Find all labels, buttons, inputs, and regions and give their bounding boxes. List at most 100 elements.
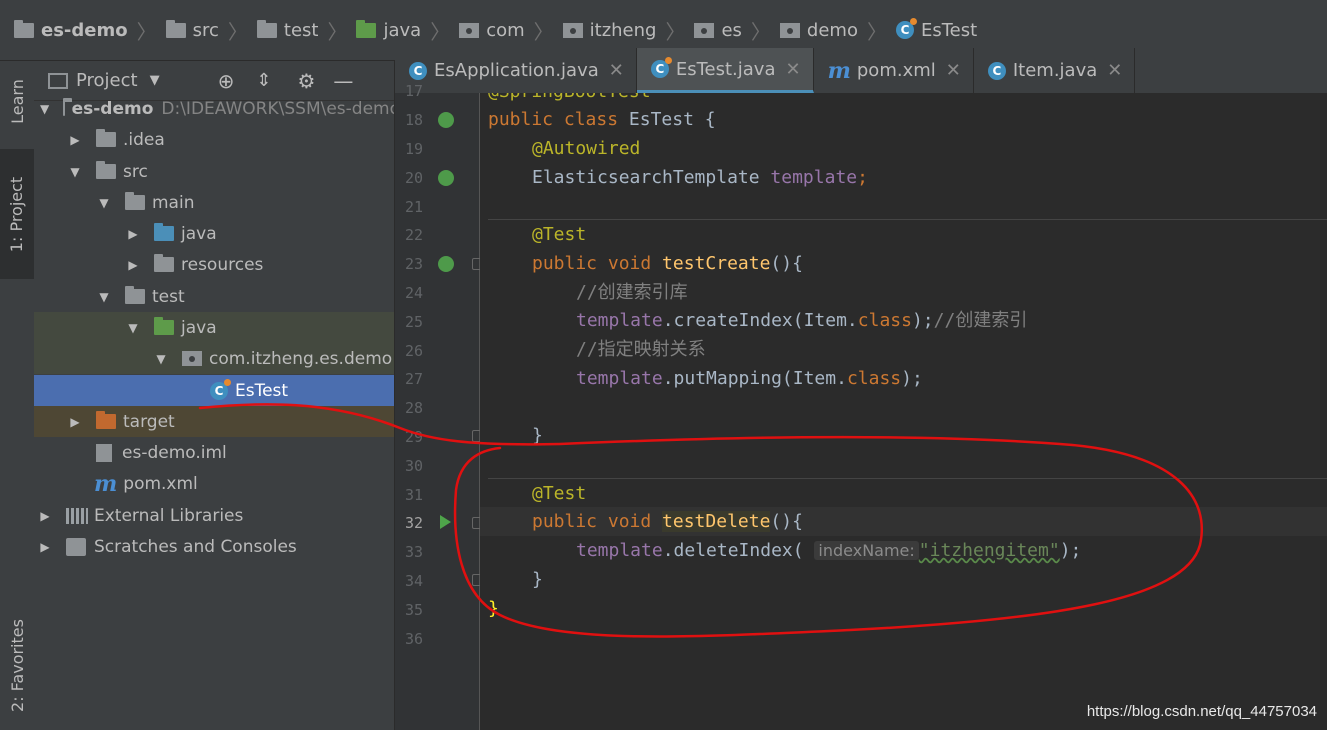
chevron-right-icon[interactable]: ▶: [38, 540, 52, 554]
tab-learn[interactable]: Learn: [0, 61, 34, 141]
breadcrumb-separator: 〉: [327, 19, 348, 44]
tab-estest[interactable]: C EsTest.java ✕: [636, 48, 814, 93]
test-source-folder-icon: [154, 317, 174, 335]
class-icon: C: [210, 378, 231, 400]
tab-project[interactable]: 1: Project: [0, 149, 34, 279]
watermark: https://blog.csdn.net/qq_44757034: [1086, 703, 1317, 720]
tab-esapplication[interactable]: C EsApplication.java ✕: [395, 48, 637, 93]
chevron-right-icon[interactable]: ▶: [68, 133, 82, 147]
tree-item-test-java[interactable]: ▼ java: [34, 312, 394, 343]
breadcrumb-java[interactable]: java: [356, 19, 421, 41]
breadcrumb-separator: 〉: [136, 19, 157, 44]
class-icon: C: [895, 18, 917, 39]
tree-item-package[interactable]: ▼ com.itzheng.es.demo: [34, 343, 394, 374]
tree-item-scratches[interactable]: ▶ Scratches and Consoles: [34, 531, 394, 562]
line-number: 35: [404, 601, 423, 619]
folder-icon: [96, 161, 116, 179]
chevron-right-icon[interactable]: ▶: [126, 258, 140, 272]
locate-icon[interactable]: ⊕: [218, 69, 235, 93]
tree-item-es-demo[interactable]: ▼ es-demo D:\IDEAWORK\SSM\es-demo: [34, 93, 394, 124]
package-icon: [182, 351, 202, 366]
run-test-icon[interactable]: [438, 256, 454, 272]
chevron-down-icon[interactable]: ▼: [97, 196, 111, 210]
parameter-hint: indexName:: [814, 541, 919, 560]
module-folder-icon: [63, 98, 76, 116]
class-icon: C: [409, 61, 427, 80]
tab-item[interactable]: C Item.java ✕: [974, 48, 1136, 93]
tree-item-main-java[interactable]: ▶ java: [34, 218, 394, 249]
tab-favorites[interactable]: 2: Favorites: [0, 601, 34, 730]
line-number: 17: [404, 82, 423, 100]
maven-icon: m: [827, 57, 851, 84]
chevron-right-icon[interactable]: ▶: [38, 509, 52, 523]
run-class-icon[interactable]: [438, 112, 454, 128]
code-line-35: }: [488, 598, 499, 619]
tree-item-estest[interactable]: C EsTest: [34, 375, 394, 406]
breadcrumb-estest[interactable]: C EsTest: [895, 18, 977, 41]
line-number: 21: [404, 198, 423, 216]
tree-item-src[interactable]: ▼ src: [34, 156, 394, 187]
breadcrumb-com[interactable]: com: [459, 20, 525, 41]
close-icon[interactable]: ✕: [609, 60, 624, 81]
folder-icon: [256, 19, 277, 38]
tree-item-pom[interactable]: m pom.xml: [34, 468, 394, 499]
breadcrumb-separator: 〉: [665, 19, 686, 44]
close-icon[interactable]: ✕: [946, 60, 961, 81]
package-icon: [459, 22, 480, 38]
chevron-down-icon[interactable]: ▼: [126, 321, 140, 335]
line-number: 30: [404, 457, 423, 475]
excluded-folder-icon: [96, 411, 116, 429]
line-number: 25: [404, 313, 423, 331]
tree-item-external-libraries[interactable]: ▶ External Libraries: [34, 500, 394, 531]
package-icon: [562, 22, 583, 38]
line-number: 34: [404, 572, 423, 590]
tree-item-test[interactable]: ▼ test: [34, 281, 394, 312]
chevron-right-icon[interactable]: ▶: [126, 227, 140, 241]
breadcrumb-test[interactable]: test: [256, 19, 318, 41]
editor-tab-bar: C EsApplication.java ✕ C EsTest.java ✕ m pom.…: [395, 48, 1327, 94]
source-folder-icon: [154, 223, 174, 241]
tree-item-main[interactable]: ▼ main: [34, 187, 394, 218]
tree-item-resources[interactable]: ▶ resources: [34, 249, 394, 280]
chevron-down-icon[interactable]: ▼: [154, 352, 168, 366]
line-number: 22: [404, 226, 423, 244]
line-number: 26: [404, 342, 423, 360]
project-view-selector[interactable]: Project: [76, 70, 138, 91]
code-line-23: public void testCreate(){: [532, 253, 803, 274]
tree-item-idea[interactable]: ▶ .idea: [34, 124, 394, 155]
breadcrumb-src[interactable]: src: [165, 19, 219, 41]
minimize-icon[interactable]: —: [333, 69, 353, 93]
tree-item-target[interactable]: ▶ target: [34, 406, 394, 437]
close-icon[interactable]: ✕: [786, 59, 801, 80]
breadcrumb-demo[interactable]: demo: [779, 20, 858, 41]
tab-pom[interactable]: m pom.xml ✕: [814, 48, 974, 93]
chevron-down-icon[interactable]: ▼: [150, 73, 160, 88]
breadcrumb-separator: 〉: [866, 19, 887, 44]
code-editor[interactable]: @SpringBootTest public class EsTest { @A…: [480, 93, 1327, 730]
chevron-down-icon[interactable]: ▼: [40, 102, 49, 116]
module-folder-icon: [14, 19, 34, 38]
line-number: 32: [404, 514, 423, 532]
iml-file-icon: [96, 443, 112, 462]
breadcrumb-es[interactable]: es: [694, 20, 742, 41]
line-number: 27: [404, 370, 423, 388]
breadcrumb-es-demo[interactable]: es-demo: [14, 19, 128, 41]
chevron-right-icon[interactable]: ▶: [68, 415, 82, 429]
project-view-icon: [48, 72, 68, 89]
method-separator: [488, 219, 1327, 220]
code-line-19: @Autowired: [532, 138, 641, 159]
run-test-play-icon[interactable]: [440, 515, 451, 529]
close-icon[interactable]: ✕: [1107, 60, 1122, 81]
line-number: 28: [404, 399, 423, 417]
gear-icon[interactable]: ⚙: [297, 69, 315, 93]
chevron-down-icon[interactable]: ▼: [68, 165, 82, 179]
tree-item-iml[interactable]: es-demo.iml: [34, 437, 394, 468]
collapse-all-icon[interactable]: ⇕: [256, 70, 271, 91]
breadcrumb-itzheng[interactable]: itzheng: [562, 20, 656, 41]
navigate-to-bean-icon[interactable]: [438, 170, 454, 186]
folder-icon: [96, 129, 116, 147]
chevron-down-icon[interactable]: ▼: [97, 290, 111, 304]
line-number: 18: [404, 111, 423, 129]
code-line-29: }: [532, 425, 543, 446]
code-line-22: @Test: [532, 224, 587, 245]
